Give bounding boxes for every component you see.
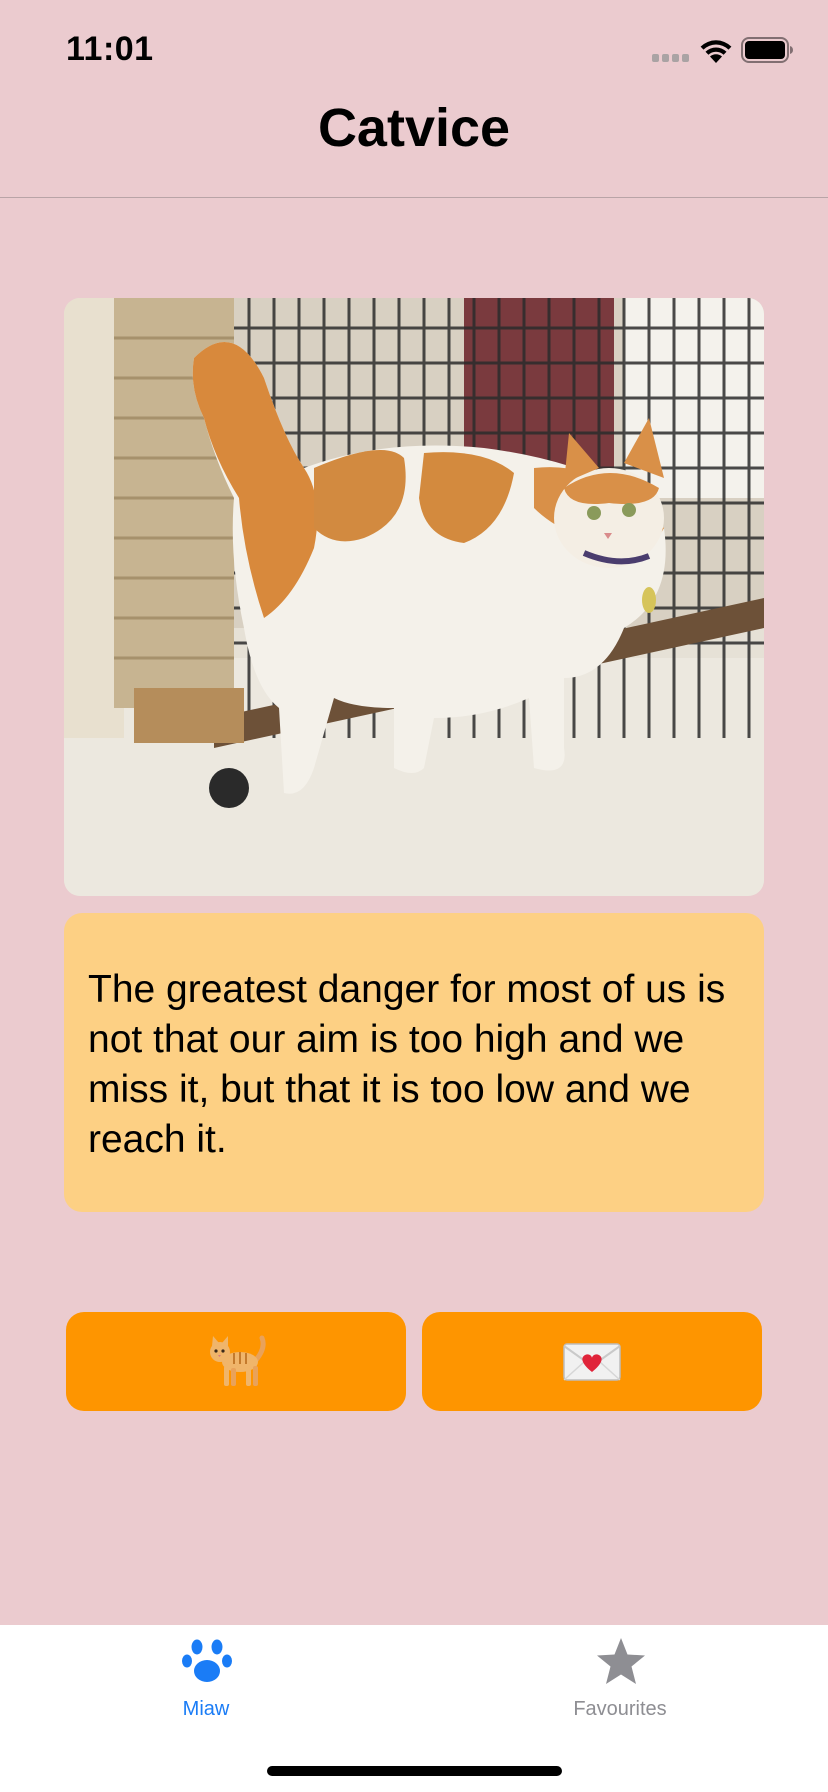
navigation-bar: Catvice xyxy=(0,96,828,198)
home-indicator[interactable] xyxy=(267,1766,562,1776)
tab-favourites-label: Favourites xyxy=(573,1698,667,1720)
battery-icon xyxy=(741,37,793,63)
status-bar: 11:01 xyxy=(0,0,828,96)
new-cat-button[interactable] xyxy=(66,1312,406,1411)
star-icon xyxy=(597,1638,645,1684)
heart-envelope-emoji-icon xyxy=(563,1342,621,1381)
page-title: Catvice xyxy=(317,98,511,158)
tab-favourites[interactable]: Favourites xyxy=(500,1625,740,1735)
cat-photo xyxy=(64,298,764,896)
quote-card: The greatest danger for most of us is no… xyxy=(64,913,764,1212)
app-screen: 11:01 Catvice The greatest danger for mo… xyxy=(0,0,828,1792)
status-time: 11:01 xyxy=(66,30,154,68)
cat-emoji-icon xyxy=(210,1335,266,1386)
tab-miaw[interactable]: Miaw xyxy=(86,1625,326,1735)
save-favourite-button[interactable] xyxy=(422,1312,762,1411)
quote-text: The greatest danger for most of us is no… xyxy=(88,968,726,1161)
cellular-signal-icon xyxy=(652,54,690,62)
cat-photo-illustration xyxy=(64,298,764,896)
tab-miaw-label: Miaw xyxy=(182,1698,230,1720)
wifi-icon xyxy=(700,40,732,63)
paw-icon xyxy=(182,1639,232,1682)
